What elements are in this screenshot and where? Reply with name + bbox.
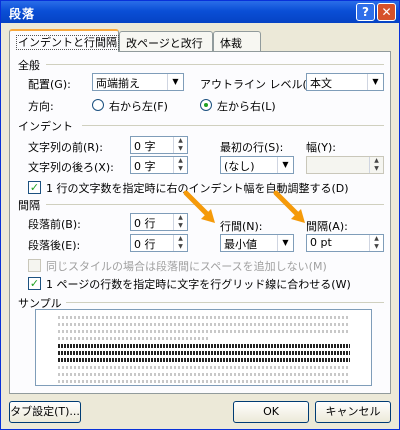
annotation-arrow-icon [273,190,305,223]
first-line-select[interactable]: (なし) ▼ [220,156,294,174]
line-at-label: 間隔(A): [306,220,348,233]
tab-settings-button[interactable]: タブ設定(T)... [9,401,81,423]
section-general: 全般 [18,59,40,72]
preview-current-line [58,344,350,348]
line-at-value: 0 pt [310,236,332,249]
window-title: 段落 [9,7,36,21]
grid-checkbox[interactable]: ✓ [28,277,41,290]
line-spacing-value: 最小値 [224,238,257,251]
indent-before-value: 0 字 [134,140,156,153]
direction-label: 方向: [28,100,54,113]
line-spacing-select[interactable]: 最小値 ▼ [220,234,294,252]
indent-before-label: 文字列の前(R): [28,141,103,154]
down-arrow-icon[interactable]: ▼ [174,165,187,173]
preview-next-line [58,366,350,369]
tab-label: 体裁 [220,37,242,50]
sample-preview [35,309,372,386]
up-arrow-icon[interactable]: ▲ [370,157,383,165]
indent-after-spinner[interactable]: 0 字 ▲ ▼ [130,156,188,174]
up-arrow-icon[interactable]: ▲ [174,137,187,145]
first-line-value: (なし) [224,160,255,173]
indent-before-spinner[interactable]: 0 字 ▲ ▼ [130,136,188,154]
paragraph-dialog: 段落 ? ✕ インデントと行間隔 改ページと改行 体裁 全般 配置(G): 両端… [0,0,400,430]
ltr-label: 左から右(L) [217,100,276,113]
preview-previous-line [58,330,350,333]
alignment-label: 配置(G): [28,78,71,91]
line-spacing-label: 行間(N): [220,220,263,233]
down-arrow-icon[interactable]: ▼ [174,243,187,251]
space-before-spinner[interactable]: 0 行 ▲ ▼ [130,213,188,231]
ltr-radio[interactable] [200,99,212,111]
preview-previous-line [58,337,208,340]
separator [66,302,384,303]
section-indent: インデント [18,120,73,133]
outline-level-label: アウトライン レベル(O): [200,78,324,91]
space-after-spinner[interactable]: 0 行 ▲ ▼ [130,234,188,252]
tab-indent-spacing[interactable]: インデントと行間隔 [9,29,119,52]
tab-label: 改ページと改行 [126,37,203,50]
up-arrow-icon[interactable]: ▲ [174,235,187,243]
section-spacing: 間隔 [18,199,40,212]
down-arrow-icon[interactable]: ▼ [370,165,383,173]
spinner-arrows[interactable]: ▲ ▼ [369,235,383,251]
space-before-label: 段落前(B): [28,218,81,231]
preview-next-line [58,373,350,376]
preview-previous-line [58,316,350,319]
space-after-label: 段落後(E): [28,239,81,252]
first-line-label: 最初の行(S): [220,141,284,154]
preview-current-line [58,351,350,355]
spinner-arrows[interactable]: ▲ ▼ [369,157,383,173]
up-arrow-icon[interactable]: ▲ [174,157,187,165]
outline-level-select[interactable]: 本文 ▼ [306,73,384,91]
ok-button[interactable]: OK [233,401,309,423]
down-arrow-icon[interactable]: ▼ [174,145,187,153]
rtl-label: 右から左(F) [109,100,168,113]
chevron-down-icon[interactable]: ▼ [277,157,293,173]
indent-after-label: 文字列の後ろ(X): [28,161,114,174]
preview-current-line [58,358,350,362]
annotation-arrow-icon [183,190,215,223]
separator [82,125,384,126]
same-style-checkbox[interactable] [28,259,41,272]
down-arrow-icon[interactable]: ▼ [370,243,383,251]
chevron-down-icon[interactable]: ▼ [367,74,383,90]
cancel-button[interactable]: キャンセル [315,401,391,423]
preview-next-line [58,380,350,383]
close-button[interactable]: ✕ [377,3,396,21]
tab-label: インデントと行間隔 [16,35,119,50]
alignment-select[interactable]: 両端揃え ▼ [92,73,184,91]
space-before-value: 0 行 [134,217,156,230]
outline-level-value: 本文 [310,77,332,90]
spinner-arrows[interactable]: ▲ ▼ [173,137,187,153]
tab-asian-typography[interactable]: 体裁 [213,31,261,51]
separator [46,64,384,65]
indent-width-spinner[interactable]: ▲ ▼ [306,156,384,174]
width-label: 幅(Y): [306,141,337,154]
indent-after-value: 0 字 [134,160,156,173]
same-style-label: 同じスタイルの場合は段落間にスペースを追加しない(M) [46,260,327,273]
up-arrow-icon[interactable]: ▲ [370,235,383,243]
tab-line-page-breaks[interactable]: 改ページと改行 [119,31,213,51]
help-button[interactable]: ? [356,3,375,21]
space-after-value: 0 行 [134,238,156,251]
rtl-radio[interactable] [92,99,104,111]
alignment-value: 両端揃え [96,77,140,90]
chevron-down-icon[interactable]: ▼ [167,74,183,90]
chevron-down-icon[interactable]: ▼ [277,235,293,251]
grid-label: 1 ページの行数を指定時に文字を行グリッド線に合わせる(W) [46,278,351,291]
spinner-arrows[interactable]: ▲ ▼ [173,157,187,173]
title-bar: 段落 ? ✕ [1,1,399,23]
auto-adjust-checkbox[interactable]: ✓ [28,181,41,194]
preview-previous-line [58,323,350,326]
spinner-arrows[interactable]: ▲ ▼ [173,235,187,251]
line-at-spinner[interactable]: 0 pt ▲ ▼ [306,234,384,252]
